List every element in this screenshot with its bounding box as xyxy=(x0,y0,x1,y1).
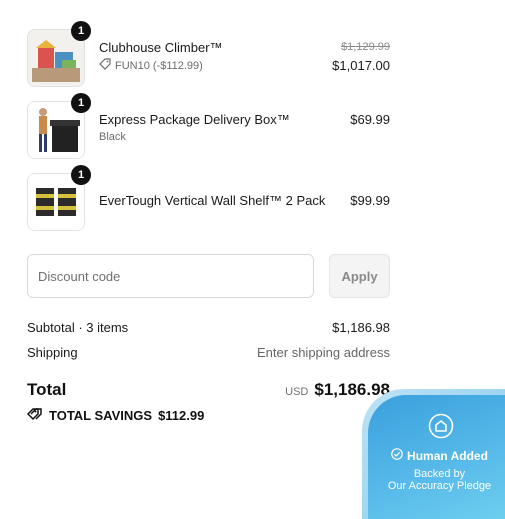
product-name: Clubhouse Climber™ xyxy=(99,40,223,55)
total-savings: TOTAL SAVINGS $112.99 xyxy=(26,407,205,424)
discount-tag: FUN10 (-$112.99) xyxy=(99,58,203,73)
shipping-value: Enter shipping address xyxy=(257,345,390,360)
badge-line-2: Our Accuracy Pledge xyxy=(387,480,492,492)
apply-discount-button[interactable]: Apply xyxy=(329,254,390,298)
original-price: $1,129.99 xyxy=(341,41,390,53)
savings-label: TOTAL SAVINGS xyxy=(49,408,153,423)
product-price: $69.99 xyxy=(350,112,390,127)
product-variant: Black xyxy=(99,131,126,143)
product-name: Express Package Delivery Box™ xyxy=(99,112,290,127)
badge-title-text: Human Added xyxy=(407,448,488,463)
line-item: 1 EverTough Vertical Wall Shelf™ 2 Pack … xyxy=(27,165,390,231)
savings-tag-icon xyxy=(26,407,43,424)
tag-icon xyxy=(99,58,111,73)
badge-title: Human Added xyxy=(368,448,505,463)
currency-code: USD xyxy=(285,386,309,398)
product-price: $99.99 xyxy=(350,193,390,208)
subtotal-value: $1,186.98 xyxy=(332,320,390,335)
quantity-badge: 1 xyxy=(71,93,91,113)
product-name: EverTough Vertical Wall Shelf™ 2 Pack xyxy=(99,193,326,208)
savings-value: $112.99 xyxy=(158,408,205,423)
quantity-badge: 1 xyxy=(71,21,91,41)
discount-code-input[interactable] xyxy=(27,254,314,298)
shipping-label: Shipping xyxy=(27,345,78,360)
subtotal-label: Subtotal · 3 items xyxy=(27,320,129,335)
product-price: $1,017.00 xyxy=(332,58,390,73)
total-amount: USD $1,186.98 xyxy=(285,380,390,400)
check-circle-icon xyxy=(391,448,403,463)
line-item: 1 Express Package Delivery Box™ Black $6… xyxy=(27,93,390,159)
human-added-badge[interactable]: Human Added Backed by Our Accuracy Pledg… xyxy=(362,389,505,519)
badge-line-1: Backed by xyxy=(413,468,466,480)
line-item: 1 Clubhouse Climber™ FUN10 (-$112.99) $1… xyxy=(27,21,390,87)
badge-panel: Human Added Backed by Our Accuracy Pledg… xyxy=(368,395,505,519)
badge-logo-icon xyxy=(428,413,454,439)
quantity-badge: 1 xyxy=(71,165,91,185)
total-label: Total xyxy=(27,380,67,399)
discount-code-text: FUN10 (-$112.99) xyxy=(115,59,203,72)
